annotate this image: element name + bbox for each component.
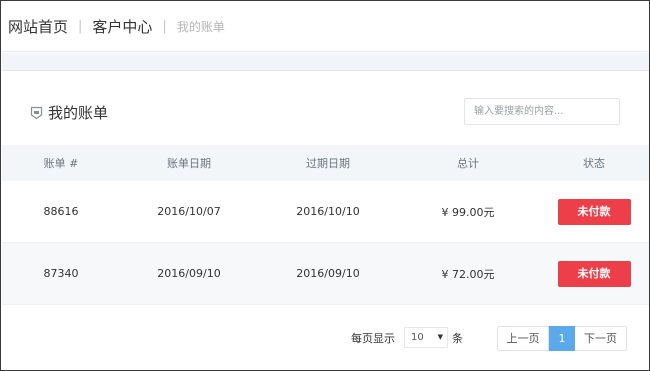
panel-title-text: 我的账单: [48, 104, 109, 122]
breadcrumb-home-link[interactable]: 网站首页: [8, 16, 68, 37]
table-header: 账单 # 账单日期 过期日期 总计 状态: [2, 145, 649, 181]
chevron-down-icon: ▼: [437, 333, 443, 341]
column-header-due-date: 过期日期: [306, 157, 350, 170]
breadcrumb-bar: 网站首页 | 客户中心 | 我的账单: [2, 2, 649, 52]
cell-bill-date: 2016/10/07: [157, 205, 221, 218]
panel-title: 我的账单: [30, 102, 108, 123]
cell-total: ¥ 72.00元: [441, 267, 495, 281]
breadcrumb-current: 我的账单: [176, 19, 225, 34]
cell-status: 未付款: [538, 198, 649, 225]
status-unpaid-button[interactable]: 未付款: [557, 260, 631, 287]
cell-due-date: 2016/10/10: [296, 205, 360, 218]
table-row: 88616 2016/10/07 2016/10/10 ¥ 99.00元 未付款: [2, 181, 649, 243]
app-frame: 网站首页 | 客户中心 | 我的账单 我的账单 账单 # 账单日期 过期日期 总…: [0, 0, 650, 371]
table-footer: 每页显示 10 ▼ 条 上一页 1 下一页: [2, 306, 649, 370]
breadcrumb-customer-center-link[interactable]: 客户中心: [92, 16, 152, 37]
search-input[interactable]: [464, 98, 620, 125]
per-page-value: 10: [411, 332, 424, 343]
next-page-button[interactable]: 下一页: [575, 326, 627, 351]
breadcrumb-separator: |: [78, 18, 83, 34]
cell-total: ¥ 99.00元: [441, 205, 495, 219]
pagination: 上一页 1 下一页: [497, 326, 627, 351]
panel-header: 我的账单: [2, 72, 649, 145]
cell-bill-date: 2016/09/10: [157, 267, 221, 280]
column-header-total: 总计: [457, 157, 479, 170]
bill-icon: [30, 106, 43, 119]
section-divider-band: [2, 53, 649, 71]
per-page-unit: 条: [452, 332, 463, 345]
per-page-select[interactable]: 10 ▼: [404, 327, 448, 348]
page-button-current[interactable]: 1: [549, 326, 575, 351]
table-row: 87340 2016/09/10 2016/09/10 ¥ 72.00元 未付款: [2, 243, 649, 305]
breadcrumb-separator: |: [162, 18, 167, 34]
prev-page-button[interactable]: 上一页: [497, 326, 549, 351]
breadcrumb: 网站首页 | 客户中心 | 我的账单: [8, 15, 225, 37]
cell-due-date: 2016/09/10: [296, 267, 360, 280]
status-unpaid-button[interactable]: 未付款: [557, 198, 631, 225]
cell-bill-number: 88616: [43, 205, 79, 218]
cell-status: 未付款: [538, 260, 649, 287]
per-page-label: 每页显示: [351, 332, 395, 345]
cell-bill-number: 87340: [43, 267, 79, 280]
column-header-status: 状态: [583, 157, 605, 170]
column-header-bill-number: 账单 #: [43, 157, 79, 170]
column-header-bill-date: 账单日期: [167, 157, 211, 170]
